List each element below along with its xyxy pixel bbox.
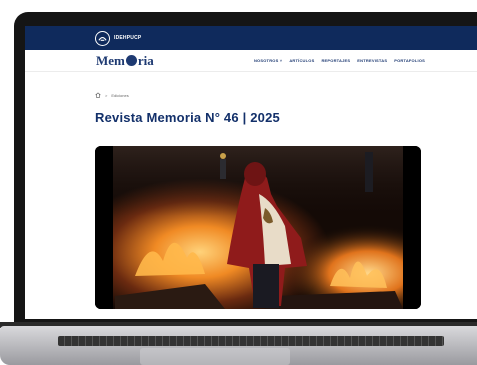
laptop-keyboard xyxy=(58,336,444,346)
institution-name[interactable]: IDEHPUCP xyxy=(114,35,141,41)
nav-item-entrevistas[interactable]: ENTREVISTAS xyxy=(357,58,387,63)
nav-item-nosotros[interactable]: NOSOTROS ˅ xyxy=(254,58,282,63)
nav-item-articulos[interactable]: ARTÍCULOS xyxy=(289,58,314,63)
browser-screen: IDEHPUCP Mem ria NOSOTROS ˅ ARTÍCULOS REP… xyxy=(25,26,477,319)
memoria-logo[interactable]: Mem ria xyxy=(96,53,154,69)
nav-item-portafolios[interactable]: PORTAFOLIOS xyxy=(394,58,425,63)
brand-suffix: ria xyxy=(137,52,154,68)
brand-prefix: Mem xyxy=(96,52,125,68)
page-title: Revista Memoria N° 46 | 2025 xyxy=(95,110,280,125)
breadcrumb-current[interactable]: Ediciones xyxy=(111,93,128,98)
brand-o-mark xyxy=(125,54,137,66)
laptop-trackpad xyxy=(140,348,290,365)
home-icon[interactable] xyxy=(95,92,101,98)
institution-bar: IDEHPUCP xyxy=(25,26,477,50)
breadcrumb: > Ediciones xyxy=(95,92,129,98)
idehpucp-logo-icon[interactable] xyxy=(95,30,110,46)
nav-menu: NOSOTROS ˅ ARTÍCULOS REPORTAJES ENTREVIS… xyxy=(254,58,425,63)
main-navbar: Mem ria NOSOTROS ˅ ARTÍCULOS REPORTAJES E… xyxy=(25,50,477,72)
nav-item-reportajes[interactable]: REPORTAJES xyxy=(321,58,350,63)
breadcrumb-separator: > xyxy=(105,92,108,98)
hero-image xyxy=(95,146,421,309)
